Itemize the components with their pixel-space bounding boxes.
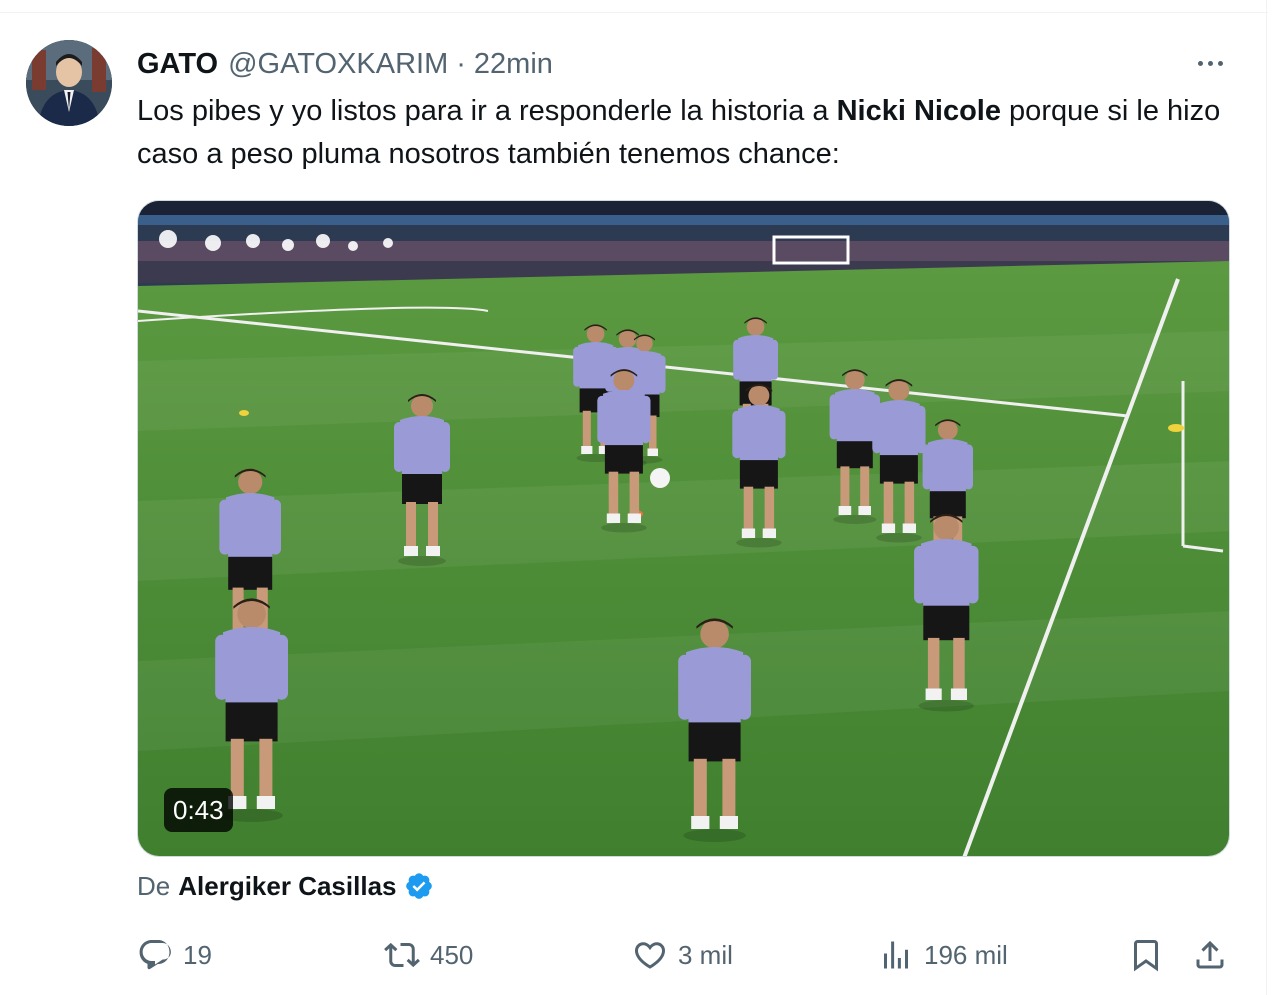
share-icon (1196, 940, 1224, 969)
player-figure (394, 394, 450, 566)
tweet-card: GATO @GATOXKARIM · 22min Los pibes y yo … (0, 0, 1280, 995)
views-button[interactable]: 196 mil (878, 930, 1008, 980)
more-icon (1197, 60, 1203, 66)
reply-button[interactable]: 19 (137, 930, 212, 980)
tweet-text-start: Los pibes y yo listos para ir a responde… (137, 95, 837, 127)
bookmark-icon (1134, 940, 1158, 972)
video-source: De Alergiker Casillas (137, 868, 434, 904)
views-count: 196 mil (924, 939, 1008, 970)
like-icon (634, 942, 666, 969)
timestamp[interactable]: 22min (474, 48, 553, 81)
source-prefix: De (137, 870, 171, 901)
tweet-text-mention: Nicki Nicole (836, 95, 1001, 127)
share-button[interactable] (1192, 930, 1228, 980)
video-duration-badge: 0:43 (164, 788, 233, 832)
more-icon-dot (1217, 60, 1223, 66)
bookmark-button[interactable] (1128, 930, 1164, 980)
avatar-image (26, 40, 112, 126)
player-figure (872, 379, 926, 543)
views-icon (884, 941, 908, 969)
separator-dot: · (456, 47, 466, 80)
tweet-actions: 19 450 3 mil 196 mil (0, 930, 1280, 980)
tweet-text: Los pibes y yo listos para ir a responde… (137, 90, 1237, 176)
divider (1266, 0, 1267, 995)
reply-count: 19 (183, 939, 212, 970)
player-figure (597, 369, 651, 533)
like-button[interactable]: 3 mil (632, 930, 733, 980)
author-name[interactable]: GATO (137, 48, 218, 81)
retweet-button[interactable]: 450 (384, 930, 473, 980)
source-account-link[interactable]: Alergiker Casillas (178, 871, 396, 902)
video-player[interactable] (137, 200, 1230, 857)
author-handle[interactable]: @GATOXKARIM (228, 48, 448, 81)
more-icon-dot (1207, 60, 1213, 66)
avatar[interactable] (26, 40, 112, 126)
retweet-icon (384, 942, 420, 968)
verified-badge-icon (406, 873, 433, 899)
players-layer (215, 317, 979, 842)
more-options-button[interactable] (1190, 48, 1230, 78)
divider (0, 12, 1268, 13)
player-figure (678, 618, 751, 842)
like-count: 3 mil (678, 939, 733, 970)
retweet-count: 450 (430, 939, 474, 970)
player-figure (732, 384, 786, 548)
reply-icon (139, 940, 171, 970)
player-figure (914, 513, 979, 712)
tweet-header: GATO @GATOXKARIM · 22min (137, 44, 553, 84)
